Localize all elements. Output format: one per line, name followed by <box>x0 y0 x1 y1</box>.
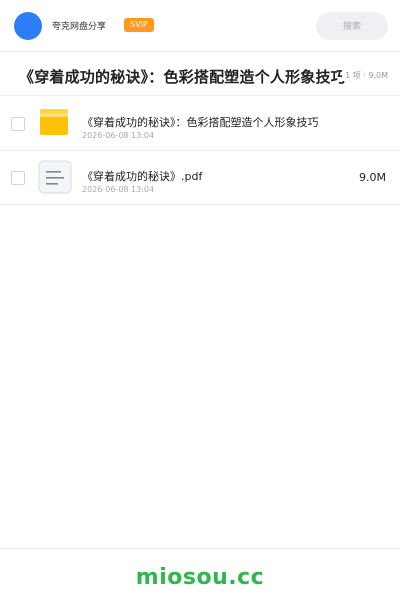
file-name[interactable]: 《穿着成功的秘诀》：色彩搭配塑造个人形象技巧 <box>82 114 319 130</box>
top-bar: 夸克网盘分享 SVIP 搜索 <box>0 0 400 52</box>
share-title: 《穿着成功的秘诀》：色彩搭配塑造个人形象技巧 <box>19 68 346 86</box>
share-meta: 1 项 · 9.0M <box>342 70 388 81</box>
file-row[interactable]: 《穿着成功的秘诀》：色彩搭配塑造个人形象技巧 2026-06-08 13:04 <box>0 97 400 151</box>
footer: miosou.cc <box>0 548 400 600</box>
file-date: 2026-06-08 13:04 <box>82 131 155 140</box>
brand-logo-text[interactable]: miosou.cc <box>0 565 400 590</box>
share-title-bar: 《穿着成功的秘诀》：色彩搭配塑造个人形象技巧 1 项 · 9.0M <box>0 52 400 96</box>
file-date: 2026-06-08 13:04 <box>82 185 155 194</box>
vip-badge: SVIP <box>124 18 154 32</box>
file-size: 9.0M <box>359 171 386 184</box>
pdf-document-icon <box>38 160 72 194</box>
file-name[interactable]: 《穿着成功的秘诀》.pdf <box>82 168 202 184</box>
avatar[interactable] <box>14 12 42 40</box>
row-checkbox[interactable] <box>11 171 25 185</box>
file-row[interactable]: 《穿着成功的秘诀》.pdf 2026-06-08 13:04 9.0M <box>0 151 400 205</box>
row-checkbox[interactable] <box>11 117 25 131</box>
search-button[interactable]: 搜索 <box>316 12 388 40</box>
username: 夸克网盘分享 <box>52 22 107 32</box>
folder-icon <box>38 109 70 139</box>
